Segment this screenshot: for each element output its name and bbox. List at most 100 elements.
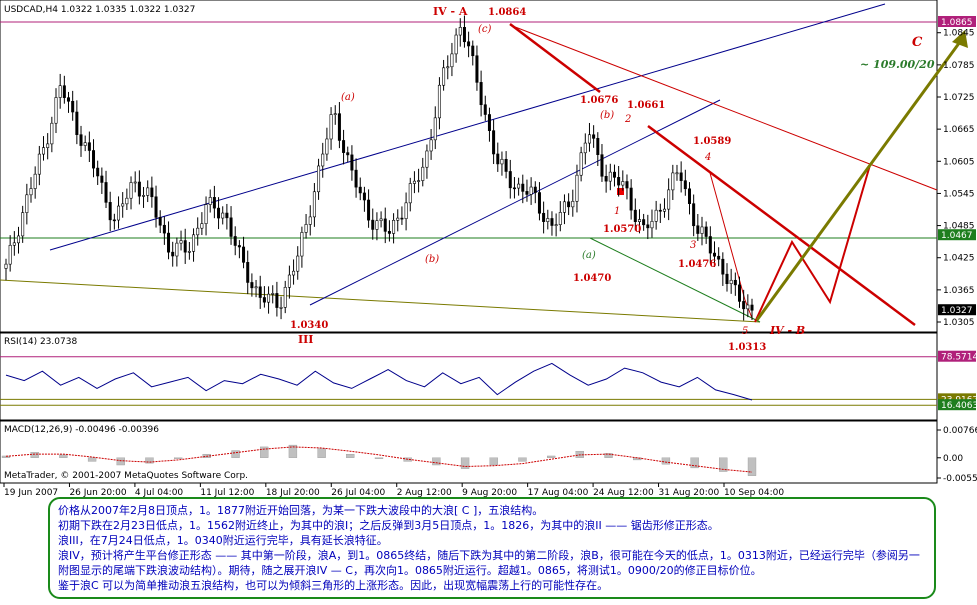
- candle-body: [71, 100, 75, 113]
- candle-body: [654, 209, 658, 222]
- y-tick-label: 1.0305: [943, 318, 975, 328]
- candle-body: [612, 171, 616, 178]
- candle-body: [621, 181, 625, 186]
- candle-body: [608, 171, 612, 182]
- candle-body: [404, 202, 408, 219]
- candle-body: [421, 166, 425, 181]
- candle-body: [562, 201, 566, 213]
- candle-body: [629, 187, 633, 211]
- label-wave-4: 4: [704, 152, 711, 163]
- macd-tick-label: 0.00: [943, 454, 963, 464]
- candle-body: [12, 242, 16, 246]
- candle-body: [646, 224, 650, 229]
- candle-body: [467, 41, 471, 47]
- candle-body: [408, 183, 412, 204]
- candle-body: [108, 202, 112, 221]
- candle-body: [83, 142, 87, 146]
- candle-body: [700, 226, 704, 234]
- candle-body: [179, 240, 183, 244]
- label-1-0340: 1.0340: [290, 320, 328, 331]
- macd-bar: [317, 448, 326, 458]
- candle-body: [304, 224, 308, 233]
- candle-body: [100, 175, 104, 183]
- candle-body: [658, 209, 662, 212]
- candle-body: [683, 180, 687, 190]
- macd-levels: 0.00766 0.00 -0.00558: [937, 426, 977, 484]
- candle-body: [529, 186, 533, 195]
- candle-body: [25, 194, 29, 213]
- candle-body: [42, 147, 46, 155]
- note-line: 初期下跌在2月23日低点，1。1562附近终止，为其中的浪I；之后反弹到3月5日…: [58, 519, 719, 532]
- candle-body: [667, 189, 671, 210]
- candle-body: [46, 143, 50, 148]
- candle-body: [62, 85, 66, 98]
- rsi-panel: [0, 332, 938, 421]
- candle-body: [287, 274, 291, 288]
- candle-body: [450, 53, 454, 68]
- candle-body: [92, 150, 96, 169]
- candle-body: [204, 204, 208, 224]
- label-big-c: C: [912, 35, 923, 50]
- candle-body: [358, 186, 362, 194]
- y-tick-label: 1.0485: [943, 222, 975, 232]
- candle-body: [708, 236, 712, 254]
- candle-body: [458, 27, 462, 36]
- candle-body: [129, 182, 133, 199]
- note-line: 鉴于浪C 可以为简单推动浪五浪结构，也可以为倾斜三角形的上涨形态。因此，出现宽幅…: [58, 579, 609, 592]
- macd-title: MACD(12,26,9) -0.00496 -0.00396: [4, 425, 159, 435]
- candle-body: [337, 113, 341, 141]
- candle-body: [37, 153, 41, 175]
- candle-body: [87, 142, 91, 151]
- candle-body: [137, 181, 141, 197]
- candle-body: [492, 130, 496, 155]
- price-tag-label: 1.0865: [941, 18, 973, 28]
- candle-body: [237, 245, 241, 248]
- y-tick-label: 1.0545: [943, 189, 975, 199]
- rsi-level-label: 16.4063: [941, 401, 977, 411]
- label-1-0313: 1.0313: [728, 342, 766, 353]
- label-a-2: (a): [582, 250, 596, 261]
- candle-body: [162, 224, 166, 234]
- candle-body: [112, 219, 116, 222]
- label-b-1: (b): [600, 110, 614, 121]
- candle-body: [462, 27, 466, 43]
- y-tick-label: 1.0425: [943, 254, 975, 264]
- candle-body: [537, 192, 541, 214]
- macd-bar: [690, 457, 699, 469]
- candle-body: [375, 220, 379, 230]
- candle-body: [483, 104, 487, 115]
- label-wave-3: 3: [690, 240, 696, 251]
- chart-header: USDCAD,H4 1.0322 1.0335 1.0322 1.0327: [4, 5, 195, 15]
- candle-body: [383, 218, 387, 232]
- candle-body: [712, 252, 716, 257]
- candle-body: [300, 232, 304, 257]
- candle-body: [642, 219, 646, 226]
- note-line: 价格从2007年2月8日顶点，1。1877附近开始回落，为某一下跌大波段中的大浪…: [58, 504, 544, 517]
- candle-body: [50, 122, 54, 145]
- candle-body: [267, 293, 271, 303]
- candle-body: [392, 219, 396, 234]
- candle-body: [429, 139, 433, 152]
- macd-bar: [374, 457, 384, 459]
- candle-body: [671, 172, 675, 191]
- candle-body: [437, 84, 441, 119]
- candle-body: [229, 217, 233, 237]
- candle-body: [725, 273, 729, 284]
- candle-body: [571, 200, 575, 208]
- candle-body: [596, 138, 600, 155]
- candle-body: [117, 205, 121, 221]
- candle-body: [367, 199, 371, 221]
- macd-bar: [231, 450, 240, 458]
- candle-body: [54, 97, 58, 124]
- candle-body: [475, 55, 479, 83]
- label-1-0476: 1.0476: [678, 259, 716, 270]
- candle-body: [417, 180, 421, 182]
- candle-body: [292, 270, 296, 276]
- candle-body: [379, 218, 383, 221]
- price-tag-label: 1.0467: [941, 231, 973, 241]
- candle-body: [208, 197, 212, 205]
- candle-body: [158, 217, 162, 226]
- candle-body: [567, 201, 571, 208]
- candle-body: [675, 172, 679, 175]
- candle-body: [333, 113, 337, 115]
